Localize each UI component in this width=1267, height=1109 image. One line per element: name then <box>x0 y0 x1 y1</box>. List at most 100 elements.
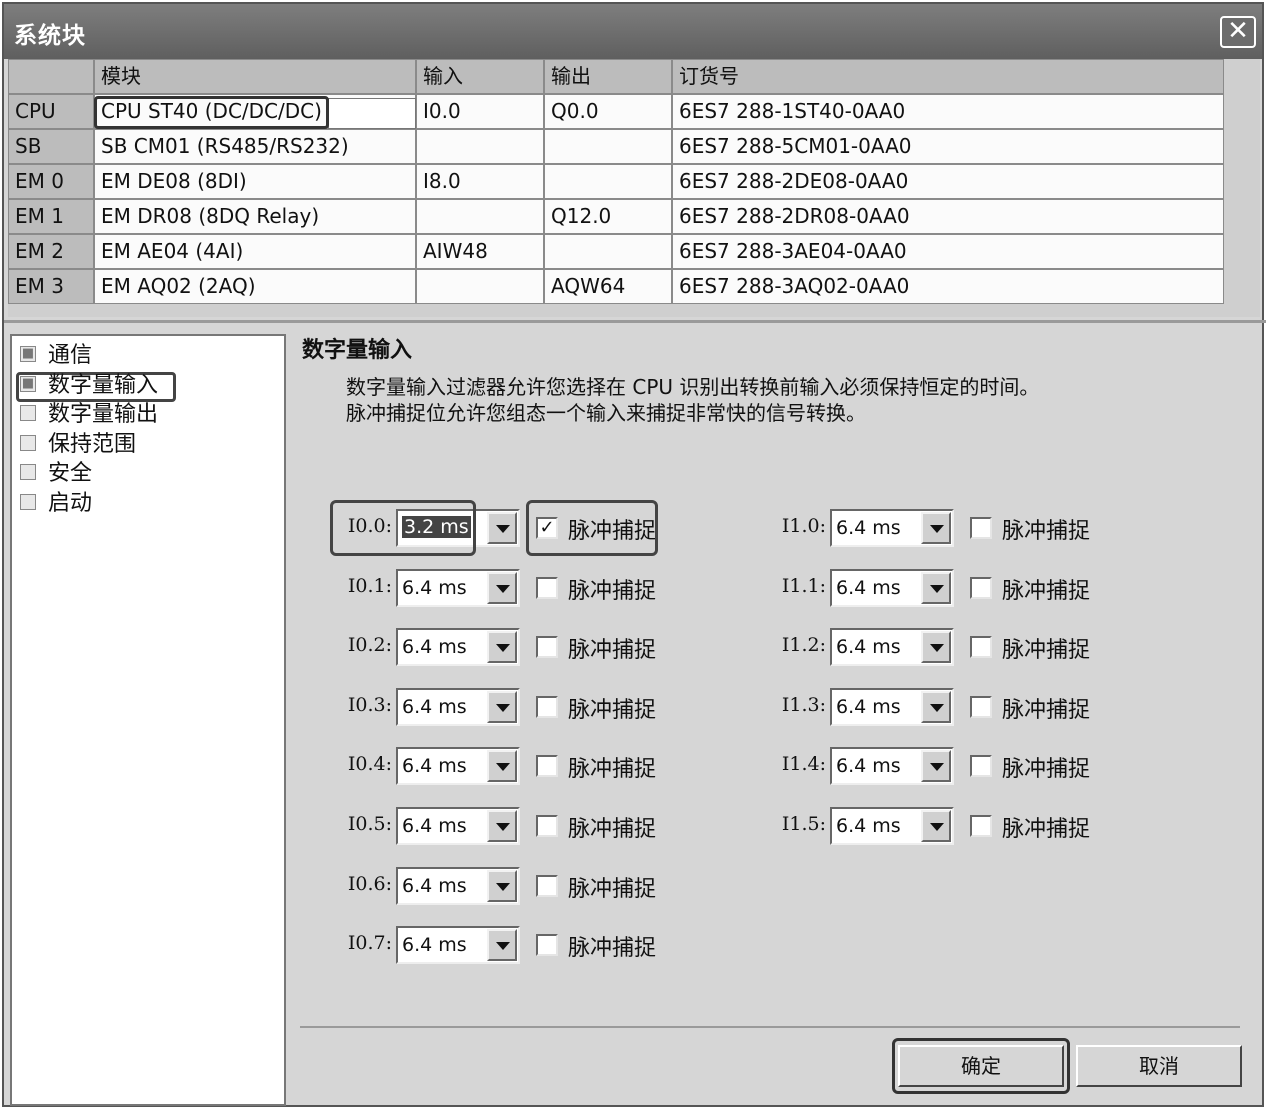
cell-order-number[interactable]: 6ES7 288-1ST40-0AA0 <box>672 94 1224 129</box>
cell-order-number[interactable]: 6ES7 288-5CM01-0AA0 <box>672 129 1224 164</box>
tree-item[interactable]: 保持范围 <box>20 431 136 459</box>
filter-time-value: 6.4 ms <box>402 695 467 718</box>
cell-order-number[interactable]: 6ES7 288-3AQ02-0AA0 <box>672 269 1224 304</box>
dropdown-arrow-icon[interactable] <box>921 690 951 723</box>
pulse-catch-checkbox[interactable] <box>536 576 558 599</box>
dropdown-arrow-icon[interactable] <box>487 869 517 902</box>
tree-item[interactable]: 启动 <box>20 490 92 518</box>
channel-label: I0.1: <box>347 574 392 597</box>
channel-label: I0.7: <box>347 932 392 955</box>
dropdown-arrow-icon[interactable] <box>487 512 517 544</box>
cell-output[interactable]: AQW64 <box>544 269 672 304</box>
cell-module[interactable]: EM DE08 (8DI) <box>94 164 416 199</box>
cell-output[interactable]: Q12.0 <box>544 199 672 234</box>
cell-output[interactable] <box>544 164 672 199</box>
cell-output[interactable] <box>544 234 672 269</box>
filter-time-select[interactable]: 6.4 ms <box>830 568 954 607</box>
filter-time-select[interactable]: 6.4 ms <box>830 687 954 726</box>
dropdown-arrow-icon[interactable] <box>487 690 517 723</box>
header-output: 输出 <box>544 59 672 94</box>
filter-time-select[interactable]: 6.4 ms <box>396 866 520 905</box>
pulse-catch-checkbox[interactable] <box>536 755 558 778</box>
tree-item[interactable]: 安全 <box>20 460 92 488</box>
cancel-button[interactable]: 取消 <box>1076 1045 1242 1087</box>
pulse-catch-checkbox[interactable]: ✓ <box>536 517 558 539</box>
pulse-catch-label: 脉冲捕捉 <box>568 757 657 783</box>
pulse-catch-label: 脉冲捕捉 <box>568 578 657 604</box>
tree-item[interactable]: ■ 数字量输入 <box>20 372 158 400</box>
dropdown-arrow-icon[interactable] <box>921 512 951 544</box>
pulse-catch-checkbox[interactable] <box>970 815 992 837</box>
cell-output[interactable]: Q0.0 <box>544 94 672 129</box>
pulse-catch-checkbox[interactable] <box>536 695 558 718</box>
tree-item[interactable]: 数字量输出 <box>20 401 158 429</box>
ok-button[interactable]: 确定 <box>898 1045 1064 1087</box>
cell-order-number[interactable]: 6ES7 288-2DE08-0AA0 <box>672 164 1224 199</box>
pulse-catch-checkbox[interactable] <box>970 695 992 718</box>
tree-item[interactable]: ■ 通信 <box>20 342 92 370</box>
cell-slot: SB <box>8 129 94 164</box>
dropdown-arrow-icon[interactable] <box>487 631 517 664</box>
channel-label: I0.3: <box>347 693 392 716</box>
filter-time-select[interactable]: 6.4 ms <box>396 926 520 965</box>
pulse-catch-checkbox[interactable] <box>970 576 992 599</box>
filter-time-select[interactable]: 6.4 ms <box>830 628 954 667</box>
filter-time-value: 6.4 ms <box>836 815 901 837</box>
dropdown-arrow-icon[interactable] <box>487 571 517 604</box>
filter-time-select[interactable]: 6.4 ms <box>830 509 954 547</box>
pulse-catch-label: 脉冲捕捉 <box>1002 578 1091 604</box>
section-description: 数字量输入过滤器允许您选择在 CPU 识别出转换前输入必须保持恒定的时间。 脉冲… <box>346 374 1039 426</box>
header-input: 输入 <box>416 59 544 94</box>
dropdown-arrow-icon[interactable] <box>921 750 951 783</box>
channel-label: I0.0: <box>347 515 392 537</box>
cell-order-number[interactable]: 6ES7 288-3AE04-0AA0 <box>672 234 1224 269</box>
dropdown-arrow-icon[interactable] <box>487 810 517 842</box>
pulse-catch-checkbox[interactable] <box>970 517 992 539</box>
pulse-catch-label: 脉冲捕捉 <box>568 638 657 664</box>
filter-time-select[interactable]: 6.4 ms <box>396 807 520 845</box>
dropdown-arrow-icon[interactable] <box>487 750 517 783</box>
cell-output[interactable] <box>544 129 672 164</box>
cell-input[interactable] <box>416 269 544 304</box>
dropdown-arrow-icon[interactable] <box>921 631 951 664</box>
pulse-catch-checkbox[interactable] <box>970 755 992 778</box>
channel-label: I1.4: <box>781 753 826 776</box>
dropdown-arrow-icon[interactable] <box>921 571 951 604</box>
pulse-catch-checkbox[interactable] <box>536 815 558 837</box>
pulse-catch-checkbox[interactable] <box>970 636 992 659</box>
channel-label: I1.0: <box>781 515 826 537</box>
cell-order-number[interactable]: 6ES7 288-2DR08-0AA0 <box>672 199 1224 234</box>
pulse-catch-checkbox[interactable] <box>536 874 558 897</box>
tree-item-label: 安全 <box>48 461 93 486</box>
filter-time-select[interactable]: 6.4 ms <box>830 807 954 845</box>
cell-module[interactable]: SB CM01 (RS485/RS232) <box>94 129 416 164</box>
tree-item-label: 通信 <box>48 343 93 368</box>
filter-time-select[interactable]: 6.4 ms <box>396 747 520 786</box>
close-icon[interactable]: ✕ <box>1220 16 1256 48</box>
cell-input[interactable] <box>416 199 544 234</box>
channel-label: I0.4: <box>347 753 392 776</box>
filter-time-select[interactable]: 3.2 ms <box>396 509 520 547</box>
title-bar[interactable]: 系统块 ✕ <box>4 4 1262 59</box>
cell-module[interactable]: EM AQ02 (2AQ) <box>94 269 416 304</box>
cell-input[interactable]: AIW48 <box>416 234 544 269</box>
splitter[interactable] <box>4 320 1266 323</box>
input-channel-row: I1.5: 6.4 ms 脉冲捕捉 <box>776 807 1156 847</box>
filter-time-select[interactable]: 6.4 ms <box>830 747 954 786</box>
cell-module[interactable]: EM AE04 (4AI) <box>94 234 416 269</box>
cell-input[interactable]: I0.0 <box>416 94 544 129</box>
filter-time-select[interactable]: 6.4 ms <box>396 687 520 726</box>
dropdown-arrow-icon[interactable] <box>487 929 517 962</box>
pulse-catch-checkbox[interactable] <box>536 934 558 957</box>
filter-time-select[interactable]: 6.4 ms <box>396 568 520 607</box>
pulse-catch-label: 脉冲捕捉 <box>1002 638 1091 664</box>
cpu-module-edit[interactable] <box>328 98 416 129</box>
checked-box-icon: ■ <box>20 346 36 362</box>
filter-time-value: 6.4 ms <box>836 695 901 718</box>
pulse-catch-checkbox[interactable] <box>536 636 558 659</box>
cell-input[interactable] <box>416 129 544 164</box>
dropdown-arrow-icon[interactable] <box>921 810 951 842</box>
filter-time-select[interactable]: 6.4 ms <box>396 628 520 667</box>
cell-module[interactable]: EM DR08 (8DQ Relay) <box>94 199 416 234</box>
cell-input[interactable]: I8.0 <box>416 164 544 199</box>
